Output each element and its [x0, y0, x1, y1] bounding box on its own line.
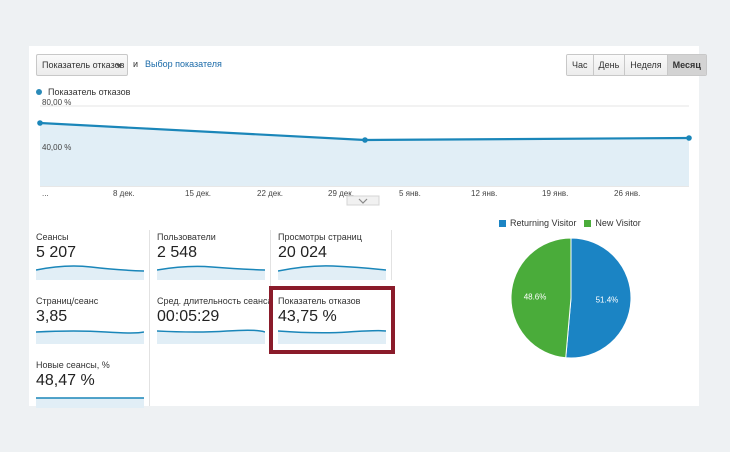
metric-tile-sessions[interactable]: Сеансы 5 207: [29, 226, 149, 288]
pie-chart: 51.4% 48.6%: [510, 237, 632, 359]
analytics-panel: Показатель отказов и Выбор показателя Ча…: [29, 46, 707, 408]
legend-series-name: Показатель отказов: [48, 87, 131, 97]
data-point[interactable]: [37, 120, 43, 126]
metric-tile-pages-per-session[interactable]: Страниц/сеанс 3,85: [29, 290, 149, 352]
and-label: и: [133, 59, 139, 69]
metric-tile-users[interactable]: Пользователи 2 548: [150, 226, 270, 288]
legend-label-new: New Visitor: [595, 218, 641, 228]
metric-select-value: Показатель отказов: [42, 60, 125, 70]
legend-swatch-returning: [499, 219, 506, 227]
metric-label: Сеансы: [36, 232, 69, 242]
y-tick-label: 40,00 %: [42, 143, 71, 152]
period-month-button[interactable]: Месяц: [666, 55, 706, 75]
metric-label: Просмотры страниц: [278, 232, 362, 242]
x-tick-label: ...: [42, 189, 49, 198]
period-week-button[interactable]: Неделя: [624, 55, 667, 75]
legend-dot-icon: [36, 89, 42, 95]
sparkline: [157, 265, 265, 280]
highlight-frame: [269, 286, 395, 354]
metric-label: Страниц/сеанс: [36, 296, 99, 306]
line-chart-legend: Показатель отказов: [36, 87, 130, 97]
metric-select[interactable]: Показатель отказов: [36, 54, 128, 76]
pie-slice-label: 48.6%: [524, 292, 547, 301]
metric-value: 5 207: [36, 244, 77, 261]
x-tick-label: 15 дек.: [185, 189, 211, 198]
metric-value: 2 548: [157, 244, 198, 261]
sparkline: [157, 329, 265, 344]
pie-legend: Returning Visitor New Visitor: [499, 218, 641, 228]
metric-value: 00:05:29: [157, 308, 220, 325]
legend-swatch-new: [584, 219, 592, 227]
sparkline: [36, 397, 144, 408]
sparkline: [278, 265, 386, 280]
metric-label: Пользователи: [157, 232, 216, 242]
period-toggle: Час День Неделя Месяц: [566, 54, 707, 76]
x-tick-label: 12 янв.: [471, 189, 497, 198]
metric-tile-pageviews[interactable]: Просмотры страниц 20 024: [271, 226, 391, 288]
choose-metric-link[interactable]: Выбор показателя: [145, 59, 222, 69]
legend-label-returning: Returning Visitor: [510, 218, 577, 228]
metric-tile-new-sessions[interactable]: Новые сеансы, % 48,47 %: [29, 354, 149, 416]
period-day-button[interactable]: День: [592, 55, 625, 75]
metric-value: 20 024: [278, 244, 327, 261]
period-hour-button[interactable]: Час: [567, 55, 593, 75]
x-tick-label: 22 дек.: [257, 189, 283, 198]
x-tick-label: 19 янв.: [542, 189, 568, 198]
metric-tile-avg-session-duration[interactable]: Сред. длительность сеанса 00:05:29: [150, 290, 273, 352]
divider: [391, 230, 392, 280]
sparkline: [36, 265, 144, 280]
y-tick-label: 80,00 %: [42, 98, 71, 107]
x-tick-label: 26 янв.: [614, 189, 640, 198]
series-area: [40, 123, 689, 186]
data-point[interactable]: [362, 137, 368, 143]
chevron-down-icon: [116, 64, 122, 68]
sparkline: [36, 330, 144, 344]
metric-value: 3,85: [36, 308, 68, 325]
data-point[interactable]: [686, 135, 692, 141]
metric-value: 48,47 %: [36, 372, 95, 389]
metrics-grid: Сеансы 5 207 Пользователи 2 548 Просмотр…: [29, 226, 409, 408]
metric-label: Сред. длительность сеанса: [157, 296, 273, 306]
metric-label: Новые сеансы, %: [36, 360, 110, 370]
x-tick-label: 5 янв.: [399, 189, 421, 198]
pie-slice-label: 51.4%: [596, 296, 619, 305]
line-chart: 80,00 % 40,00 % ... 8 дек. 15 дек. 22 дек. 2…: [37, 98, 692, 206]
x-tick-label: 8 дек.: [113, 189, 135, 198]
